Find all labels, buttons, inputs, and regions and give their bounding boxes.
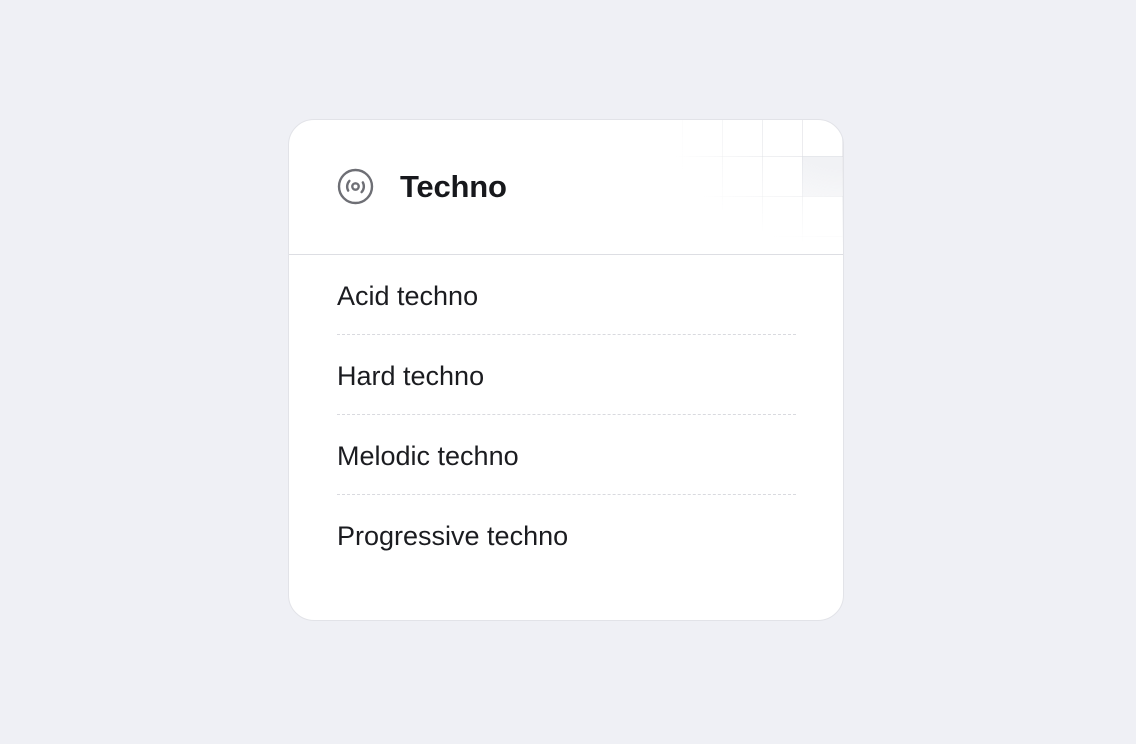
list-item-label: Acid techno [337,281,479,311]
vinyl-disc-icon [337,168,374,205]
list-item-label: Melodic techno [337,441,519,471]
list-item-hard-techno[interactable]: Hard techno [337,335,796,415]
list-item-melodic-techno[interactable]: Melodic techno [337,415,796,495]
grid-cell-highlight [802,156,842,196]
grid-decoration [602,120,843,255]
list-item-label: Progressive techno [337,521,569,551]
card-header: Techno [289,120,843,255]
grid-cell-highlight [602,196,642,236]
list-item-acid-techno[interactable]: Acid techno [337,255,796,335]
card-title: Techno [400,169,507,204]
list-item-label: Hard techno [337,361,485,391]
list-item-progressive-techno[interactable]: Progressive techno [337,495,796,575]
genre-card: Techno Acid techno Hard techno Melodic t… [288,119,844,621]
genre-list: Acid techno Hard techno Melodic techno P… [289,255,843,575]
